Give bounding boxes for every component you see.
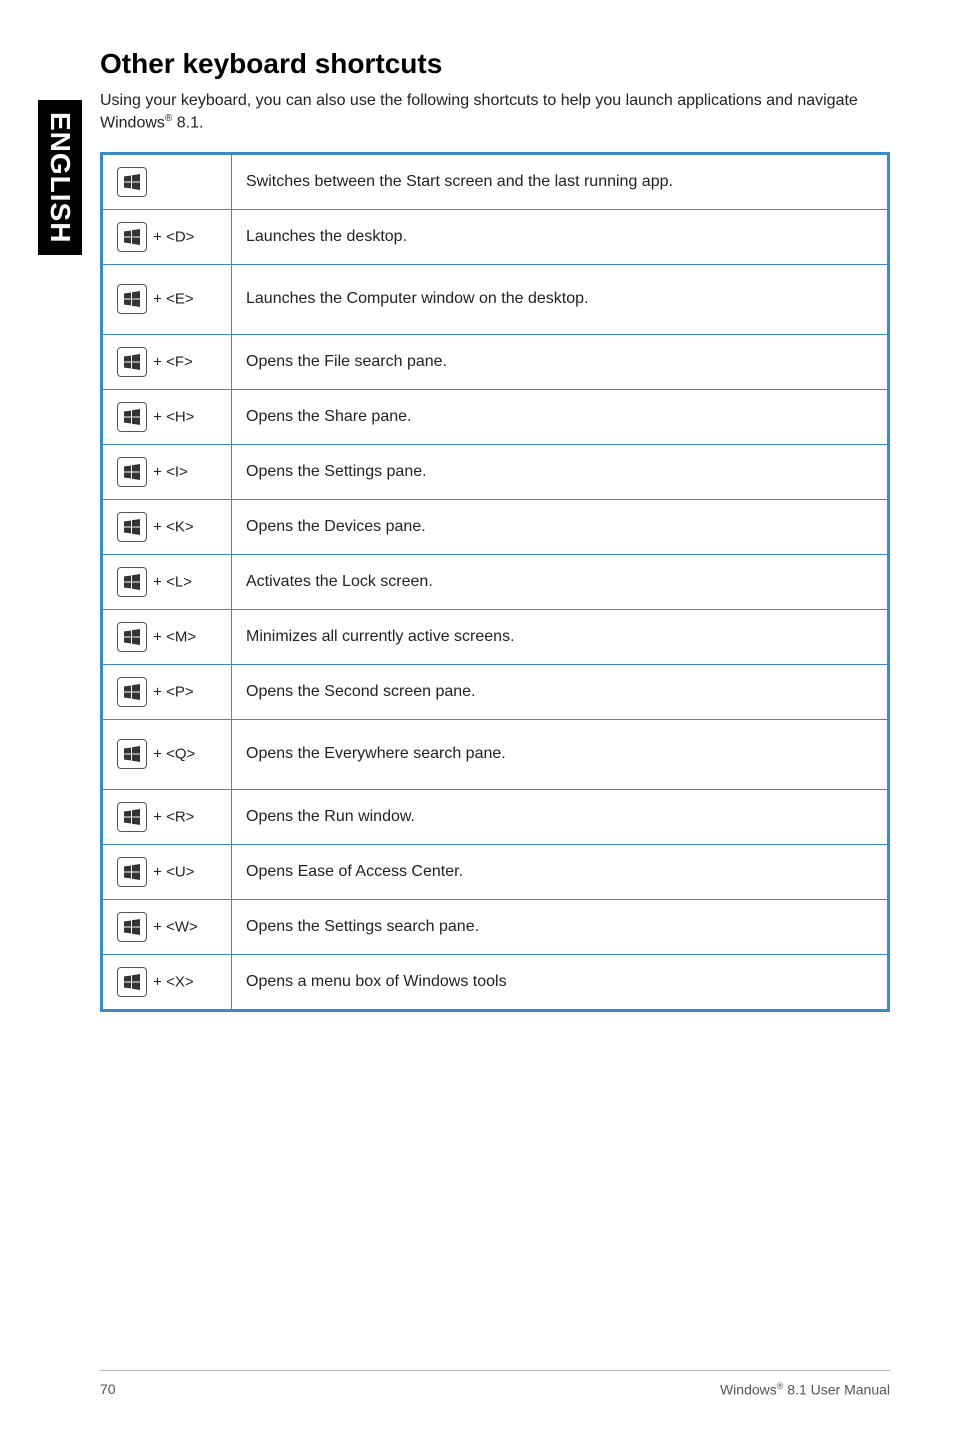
table-row: + <Q> Opens the Everywhere search pane.	[102, 719, 889, 789]
key-cell: + <Q>	[102, 719, 232, 789]
table-row: + <W> Opens the Settings search pane.	[102, 899, 889, 954]
footer-manual-after: 8.1 User Manual	[783, 1382, 890, 1398]
language-tab: ENGLISH	[38, 100, 82, 255]
table-row: + <X> Opens a menu box of Windows tools	[102, 954, 889, 1010]
desc-cell: Launches the Computer window on the desk…	[232, 264, 889, 334]
windows-key-icon	[117, 567, 147, 597]
windows-key-icon	[117, 512, 147, 542]
key-cell: + <R>	[102, 789, 232, 844]
intro-paragraph: Using your keyboard, you can also use th…	[100, 90, 890, 134]
table-row: + <F> Opens the File search pane.	[102, 334, 889, 389]
desc-cell: Launches the desktop.	[232, 209, 889, 264]
key-cell: + <M>	[102, 609, 232, 664]
key-cell: + <H>	[102, 389, 232, 444]
desc-cell: Activates the Lock screen.	[232, 554, 889, 609]
footer-manual-before: Windows	[720, 1382, 777, 1398]
table-row: Switches between the Start screen and th…	[102, 153, 889, 209]
windows-key-icon	[117, 402, 147, 432]
key-combo-text: + <I>	[149, 463, 188, 480]
table-row: + <I> Opens the Settings pane.	[102, 444, 889, 499]
table-row: + <H> Opens the Share pane.	[102, 389, 889, 444]
desc-cell: Opens the Settings search pane.	[232, 899, 889, 954]
section-heading: Other keyboard shortcuts	[100, 48, 890, 80]
key-combo-text: + <F>	[149, 353, 193, 370]
key-combo-text: + <H>	[149, 408, 194, 425]
key-combo-text: + <M>	[149, 628, 196, 645]
desc-cell: Switches between the Start screen and th…	[232, 153, 889, 209]
table-row: + <M> Minimizes all currently active scr…	[102, 609, 889, 664]
table-row: + <P> Opens the Second screen pane.	[102, 664, 889, 719]
windows-key-icon	[117, 284, 147, 314]
windows-key-icon	[117, 622, 147, 652]
table-row: + <R> Opens the Run window.	[102, 789, 889, 844]
windows-key-icon	[117, 347, 147, 377]
desc-cell: Opens Ease of Access Center.	[232, 844, 889, 899]
key-cell: + <L>	[102, 554, 232, 609]
windows-key-icon	[117, 222, 147, 252]
desc-cell: Opens the Run window.	[232, 789, 889, 844]
key-combo-text: + <K>	[149, 518, 194, 535]
table-row: + <U> Opens Ease of Access Center.	[102, 844, 889, 899]
key-combo-text: + <E>	[149, 291, 194, 308]
key-cell: + <D>	[102, 209, 232, 264]
key-combo-text: + <X>	[149, 973, 194, 990]
desc-cell: Opens the Second screen pane.	[232, 664, 889, 719]
windows-key-icon	[117, 802, 147, 832]
shortcuts-table: Switches between the Start screen and th…	[100, 152, 890, 1012]
windows-key-icon	[117, 457, 147, 487]
key-cell	[102, 153, 232, 209]
page-footer: 70 Windows® 8.1 User Manual	[100, 1370, 890, 1398]
key-cell: + <P>	[102, 664, 232, 719]
desc-cell: Opens a menu box of Windows tools	[232, 954, 889, 1010]
intro-text-after: 8.1.	[172, 114, 203, 131]
table-row: + <L> Activates the Lock screen.	[102, 554, 889, 609]
table-row: + <E> Launches the Computer window on th…	[102, 264, 889, 334]
desc-cell: Minimizes all currently active screens.	[232, 609, 889, 664]
desc-cell: Opens the Settings pane.	[232, 444, 889, 499]
desc-cell: Opens the Everywhere search pane.	[232, 719, 889, 789]
key-combo-text: + <R>	[149, 808, 194, 825]
key-cell: + <I>	[102, 444, 232, 499]
key-cell: + <E>	[102, 264, 232, 334]
key-combo-text: + <U>	[149, 863, 194, 880]
windows-key-icon	[117, 167, 147, 197]
key-combo-text: + <D>	[149, 228, 194, 245]
table-row: + <D> Launches the desktop.	[102, 209, 889, 264]
key-cell: + <F>	[102, 334, 232, 389]
key-cell: + <X>	[102, 954, 232, 1010]
key-combo-text: + <W>	[149, 918, 198, 935]
table-row: + <K> Opens the Devices pane.	[102, 499, 889, 554]
key-combo-text: + <Q>	[149, 746, 195, 763]
windows-key-icon	[117, 912, 147, 942]
desc-cell: Opens the File search pane.	[232, 334, 889, 389]
windows-key-icon	[117, 677, 147, 707]
key-cell: + <U>	[102, 844, 232, 899]
page-content: Other keyboard shortcuts Using your keyb…	[100, 48, 890, 1012]
desc-cell: Opens the Devices pane.	[232, 499, 889, 554]
windows-key-icon	[117, 967, 147, 997]
intro-text-before: Using your keyboard, you can also use th…	[100, 92, 858, 131]
key-cell: + <K>	[102, 499, 232, 554]
desc-cell: Opens the Share pane.	[232, 389, 889, 444]
windows-key-icon	[117, 739, 147, 769]
key-cell: + <W>	[102, 899, 232, 954]
key-combo-text: + <P>	[149, 683, 194, 700]
page-number: 70	[100, 1381, 116, 1397]
windows-key-icon	[117, 857, 147, 887]
footer-manual: Windows® 8.1 User Manual	[720, 1381, 890, 1398]
key-combo-text: + <L>	[149, 573, 192, 590]
